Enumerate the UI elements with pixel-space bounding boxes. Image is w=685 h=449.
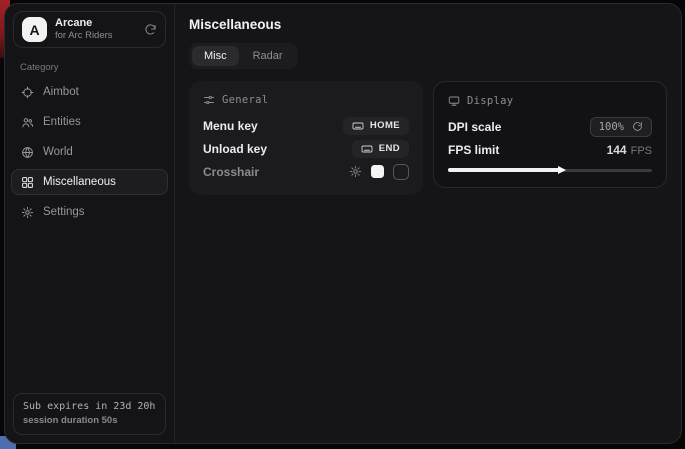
display-card-header: Display bbox=[448, 92, 652, 110]
category-label: Category bbox=[5, 51, 174, 79]
page-title: Miscellaneous bbox=[189, 17, 667, 32]
general-card-header: General bbox=[203, 91, 409, 109]
sidebar-item-miscellaneous[interactable]: Miscellaneous bbox=[11, 169, 168, 195]
crosshair-checkbox[interactable] bbox=[393, 164, 409, 180]
tab-radar[interactable]: Radar bbox=[241, 46, 295, 66]
sidebar-spacer bbox=[5, 229, 174, 385]
main-content: Miscellaneous Misc Radar General bbox=[175, 4, 681, 443]
gear-icon[interactable] bbox=[349, 165, 362, 178]
sidebar-item-label: Aimbot bbox=[43, 86, 79, 98]
cards-grid: General Menu key HOME Unload key bbox=[189, 81, 667, 195]
unload-key-row: Unload key END bbox=[203, 137, 409, 160]
sidebar-item-label: Miscellaneous bbox=[43, 176, 116, 188]
general-card: General Menu key HOME Unload key bbox=[189, 81, 423, 195]
crosshair-icon bbox=[21, 86, 34, 99]
sidebar: A Arcane for Arc Riders Category bbox=[5, 4, 175, 443]
menu-key-label: Menu key bbox=[203, 119, 258, 133]
grid-icon bbox=[21, 176, 34, 189]
tab-bar: Misc Radar bbox=[189, 43, 298, 69]
menu-key-row: Menu key HOME bbox=[203, 114, 409, 137]
keyboard-icon bbox=[361, 143, 373, 155]
tab-misc[interactable]: Misc bbox=[192, 46, 239, 66]
gear-icon bbox=[21, 206, 34, 219]
subscription-expiry: Sub expires in 23d 20h bbox=[23, 401, 156, 412]
sidebar-item-world[interactable]: World bbox=[11, 139, 168, 165]
fps-limit-slider[interactable] bbox=[448, 165, 652, 175]
sidebar-item-aimbot[interactable]: Aimbot bbox=[11, 79, 168, 105]
sidebar-nav: Aimbot Entities bbox=[5, 79, 174, 229]
crosshair-label: Crosshair bbox=[203, 165, 259, 179]
menu-key-value: HOME bbox=[370, 120, 400, 131]
slider-fill bbox=[448, 168, 560, 172]
sidebar-item-label: World bbox=[43, 146, 73, 158]
monitor-icon bbox=[448, 95, 460, 107]
sidebar-item-label: Entities bbox=[43, 116, 81, 128]
app-header-card: A Arcane for Arc Riders bbox=[13, 11, 166, 48]
app-subtitle: for Arc Riders bbox=[55, 31, 113, 42]
reset-icon[interactable] bbox=[632, 121, 643, 132]
sidebar-item-entities[interactable]: Entities bbox=[11, 109, 168, 135]
users-icon bbox=[21, 116, 34, 129]
dpi-scale-control[interactable]: 100% bbox=[590, 117, 652, 137]
unload-key-bind-button[interactable]: END bbox=[352, 140, 409, 158]
app-name: Arcane bbox=[55, 17, 113, 30]
fps-limit-label: FPS limit bbox=[448, 143, 499, 157]
unload-key-label: Unload key bbox=[203, 142, 267, 156]
session-duration: session duration 50s bbox=[23, 415, 156, 426]
sidebar-item-settings[interactable]: Settings bbox=[11, 199, 168, 225]
fps-limit-value: 144 FPS bbox=[607, 143, 652, 157]
unload-key-value: END bbox=[379, 143, 400, 154]
display-card: Display DPI scale 100% bbox=[433, 81, 667, 188]
color-swatch[interactable] bbox=[371, 165, 384, 178]
crosshair-controls bbox=[349, 164, 409, 180]
display-card-title: Display bbox=[467, 95, 513, 107]
fps-limit-number: 144 bbox=[607, 143, 627, 157]
dpi-scale-row: DPI scale 100% bbox=[448, 115, 652, 138]
fps-limit-unit: FPS bbox=[631, 145, 652, 157]
globe-icon bbox=[21, 146, 34, 159]
sync-icon[interactable] bbox=[144, 23, 157, 36]
crosshair-row: Crosshair bbox=[203, 160, 409, 183]
keyboard-icon bbox=[352, 120, 364, 132]
sidebar-item-label: Settings bbox=[43, 206, 85, 218]
sliders-icon bbox=[203, 94, 215, 106]
slider-thumb[interactable] bbox=[558, 166, 566, 174]
app-logo: A bbox=[22, 17, 47, 42]
app-window: A Arcane for Arc Riders Category bbox=[4, 3, 682, 444]
dpi-scale-label: DPI scale bbox=[448, 120, 501, 134]
general-card-title: General bbox=[222, 94, 268, 106]
menu-key-bind-button[interactable]: HOME bbox=[343, 117, 409, 135]
fps-limit-row: FPS limit 144 FPS bbox=[448, 138, 652, 161]
app-meta: Arcane for Arc Riders bbox=[55, 17, 113, 42]
subscription-box: Sub expires in 23d 20h session duration … bbox=[13, 393, 166, 435]
dpi-scale-value: 100% bbox=[599, 121, 624, 133]
